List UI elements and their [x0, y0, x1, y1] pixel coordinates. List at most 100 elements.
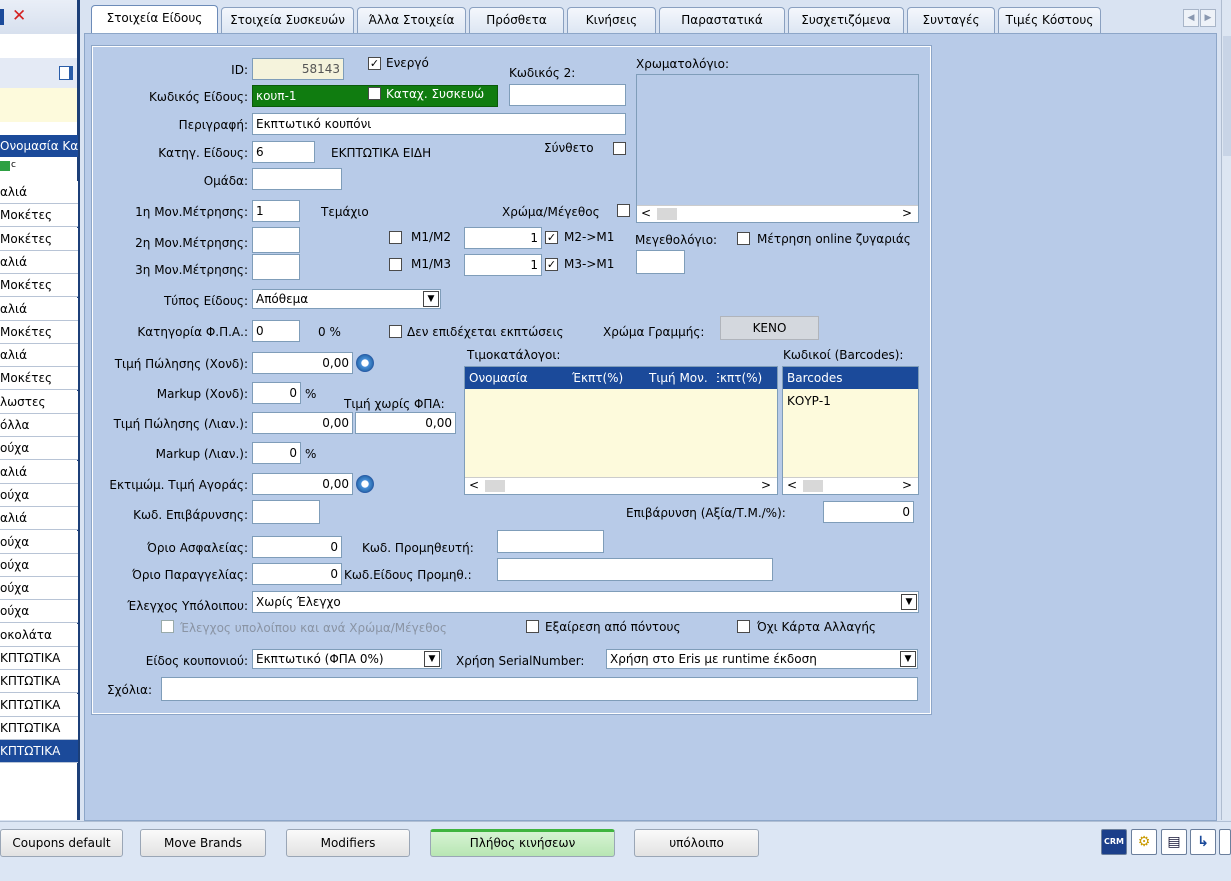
list-item[interactable]: αλιά — [0, 507, 78, 531]
phone-icon[interactable]: ↳ — [1190, 829, 1216, 855]
export-icon[interactable] — [59, 66, 73, 80]
tab-8[interactable]: Συνταγές — [907, 7, 995, 33]
tab-9[interactable]: Τιμές Κόστους — [998, 7, 1101, 33]
scroll-thumb[interactable] — [803, 480, 823, 492]
list-item[interactable]: ούχα — [0, 483, 78, 507]
list-item[interactable]: αλιά — [0, 181, 78, 204]
list-item[interactable]: ΚΠΤΩΤΙΚΑ — [0, 693, 78, 717]
uom1-field[interactable]: 1 — [252, 200, 300, 222]
code2-field[interactable] — [509, 84, 626, 106]
m1m3-field[interactable]: 1 — [464, 254, 542, 276]
est-cost-calc-icon[interactable] — [356, 475, 374, 493]
list-item[interactable]: Μοκέτες — [0, 274, 78, 298]
scroll-thumb[interactable] — [485, 480, 505, 492]
comments-field[interactable] — [161, 677, 918, 701]
est-cost-field[interactable]: 0,00 — [252, 473, 353, 495]
m1m3-checkbox[interactable] — [389, 258, 402, 271]
m1m2-checkbox[interactable] — [389, 231, 402, 244]
row-color-swatch[interactable]: ΚΕΝΟ — [720, 316, 819, 340]
group-field[interactable] — [252, 168, 342, 190]
tab-scroll-right-icon[interactable]: ▶ — [1200, 9, 1216, 27]
net-price-field[interactable]: 0,00 — [355, 412, 456, 434]
list-item[interactable]: ούχα — [0, 530, 78, 554]
list-item[interactable]: Μοκέτες — [0, 320, 78, 344]
reorder-field[interactable]: 0 — [252, 563, 342, 585]
tab-5[interactable]: Κινήσεις — [567, 7, 656, 33]
serial-select[interactable]: Χρήση στο Eris με runtime έκδοση ▼ — [606, 649, 918, 669]
pricelist-col-name[interactable]: Ονομασία — [469, 367, 528, 389]
chevron-down-icon[interactable]: ▼ — [901, 594, 917, 610]
right-scrollbar[interactable] — [1221, 0, 1231, 820]
exclude-points-checkbox[interactable] — [526, 620, 539, 633]
wholesale-calc-icon[interactable] — [356, 354, 374, 372]
more-icon[interactable] — [1219, 829, 1231, 855]
list-item[interactable]: ούχα — [0, 600, 78, 624]
list-item[interactable]: αλιά — [0, 344, 78, 368]
tab-scroll-left-icon[interactable]: ◀ — [1183, 9, 1199, 27]
move-brands-button[interactable]: Move Brands — [140, 829, 266, 857]
list-item[interactable]: αλιά — [0, 297, 78, 321]
document-icon[interactable]: ▤ — [1161, 829, 1187, 855]
retail-price-field[interactable]: 0,00 — [252, 412, 353, 434]
palette-list[interactable]: < > — [636, 74, 919, 223]
chevron-down-icon[interactable]: ▼ — [424, 651, 440, 667]
settings-icon[interactable]: ⚙ — [1131, 829, 1157, 855]
list-item[interactable]: ΚΠΤΩΤΙΚΑ — [0, 716, 78, 740]
movements-count-button[interactable]: Πλήθος κινήσεων — [430, 829, 615, 857]
coupon-type-select[interactable]: Εκπτωτικό (ΦΠΑ 0%) ▼ — [252, 649, 442, 669]
category-field[interactable]: 6 — [252, 141, 315, 163]
barcode-row[interactable]: ΚΟΥΡ-1 — [787, 394, 831, 408]
pricelist-col-discount[interactable]: Έκπτ(%) — [572, 367, 623, 389]
barcode-grid[interactable]: Barcodes ΚΟΥΡ-1 < > — [782, 366, 919, 495]
pricelist-grid[interactable]: Ονομασία Έκπτ(%) Τιμή Μον. Έκπτ(%) < > — [464, 366, 778, 495]
scroll-thumb[interactable] — [657, 208, 677, 220]
safety-field[interactable]: 0 — [252, 536, 342, 558]
m3m1-checkbox[interactable]: ✓ — [545, 258, 558, 271]
left-column-header[interactable]: Ονομασία Κα — [0, 135, 78, 157]
list-item[interactable]: ΚΠΤΩΤΙΚΑ — [0, 740, 78, 764]
list-item[interactable]: ΚΠΤΩΤΙΚΑ — [0, 670, 78, 694]
right-scroll-thumb[interactable] — [1223, 36, 1231, 156]
tab-4[interactable]: Πρόσθετα — [469, 7, 564, 33]
online-scale-checkbox[interactable] — [737, 232, 750, 245]
m2m1-checkbox[interactable]: ✓ — [545, 231, 558, 244]
barcode-header[interactable]: Barcodes — [783, 367, 918, 389]
supplier-item-field[interactable] — [497, 558, 773, 581]
vat-cat-field[interactable]: 0 — [252, 320, 300, 342]
sizes-field[interactable] — [636, 250, 685, 274]
active-checkbox[interactable]: ✓ — [368, 57, 381, 70]
list-item[interactable]: αλιά — [0, 460, 78, 484]
list-item[interactable]: Μοκέτες — [0, 367, 78, 391]
markup-w-field[interactable]: 0 — [252, 382, 301, 404]
list-item[interactable]: Μοκέτες — [0, 204, 78, 228]
list-item[interactable]: Μοκέτες — [0, 227, 78, 251]
color-size-checkbox[interactable] — [617, 204, 630, 217]
wholesale-price-field[interactable]: 0,00 — [252, 352, 353, 374]
surcharge-field[interactable]: 0 — [823, 501, 914, 523]
no-exchange-checkbox[interactable] — [737, 620, 750, 633]
barcode-scrollbar[interactable]: < > — [783, 477, 918, 494]
tab-6[interactable]: Παραστατικά — [659, 7, 785, 33]
close-icon[interactable]: ✕ — [12, 6, 26, 26]
coupons-default-button[interactable]: Coupons default — [0, 829, 123, 857]
crm-icon[interactable]: CRM — [1101, 829, 1127, 855]
supplier-code-field[interactable] — [497, 530, 604, 553]
chevron-down-icon[interactable]: ▼ — [423, 291, 439, 307]
pricelist-col-unit-price[interactable]: Τιμή Μον. — [649, 367, 708, 389]
no-discount-checkbox[interactable] — [389, 325, 402, 338]
list-item[interactable]: όλλα — [0, 414, 78, 437]
filter-icon[interactable] — [0, 161, 10, 171]
chevron-down-icon[interactable]: ▼ — [900, 651, 916, 667]
uom2-field[interactable] — [252, 227, 300, 253]
pricelist-scrollbar[interactable]: < > — [465, 477, 777, 494]
description-field[interactable]: Εκπτωτικό κουπόνι — [252, 113, 626, 135]
balance-button[interactable]: υπόλοιπο — [634, 829, 759, 857]
m1m2-field[interactable]: 1 — [464, 227, 542, 249]
item-type-select[interactable]: Απόθεμα ▼ — [252, 289, 441, 309]
list-item[interactable]: οκολάτα — [0, 623, 78, 647]
modifiers-button[interactable]: Modifiers — [286, 829, 410, 857]
device-checkbox[interactable] — [368, 87, 381, 100]
markup-r-field[interactable]: 0 — [252, 442, 301, 464]
list-item[interactable]: ούχα — [0, 437, 78, 461]
composite-checkbox[interactable] — [613, 142, 626, 155]
